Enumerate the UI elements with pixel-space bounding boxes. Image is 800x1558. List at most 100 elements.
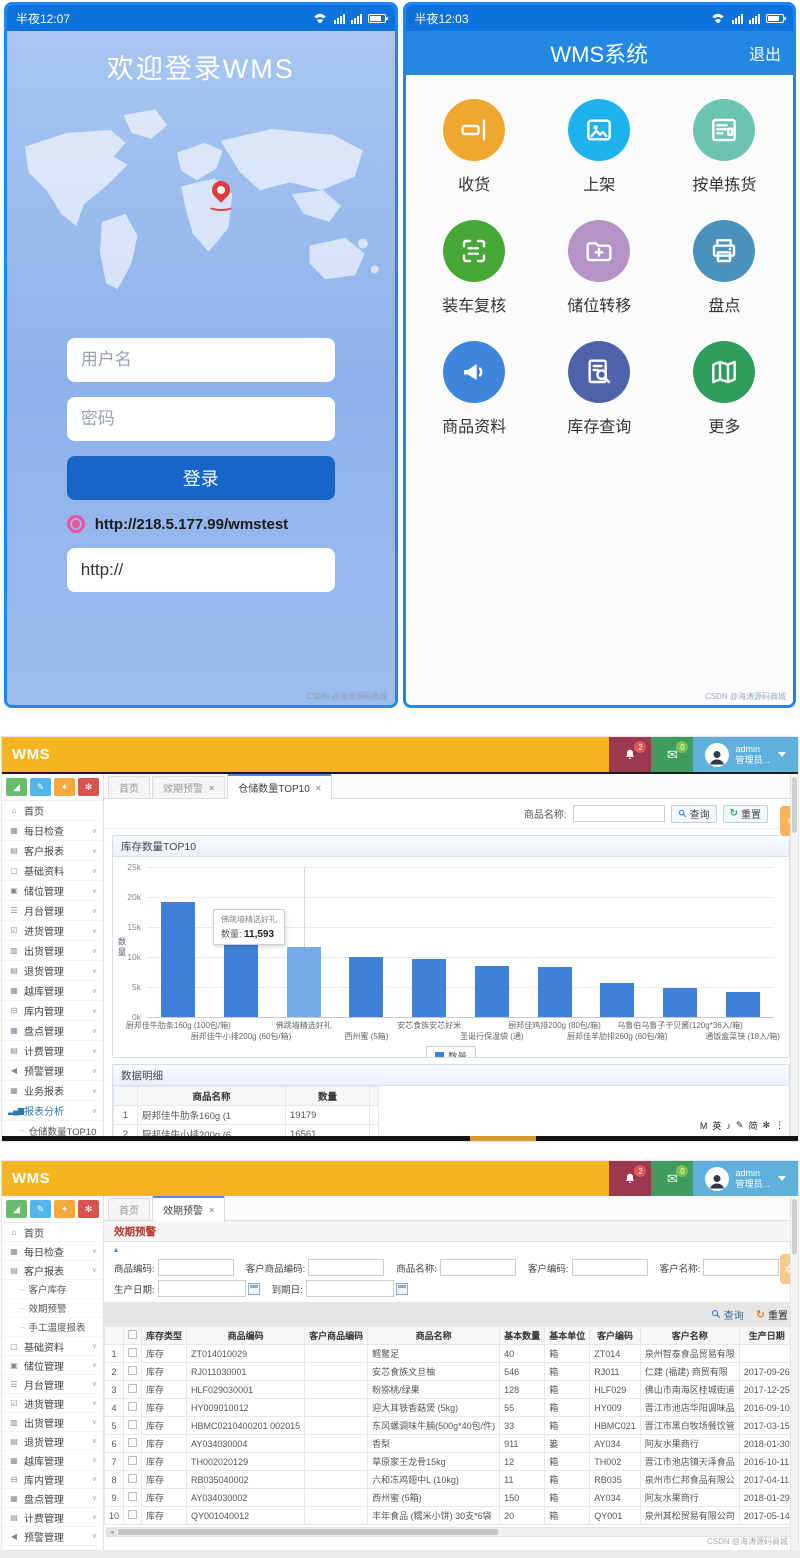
quick-settings-button[interactable]: ✻ [78, 1200, 99, 1218]
sidebar-item-计费管理[interactable]: ▤计费管理∨ [2, 1041, 103, 1061]
quick-settings-button[interactable]: ✻ [78, 778, 99, 796]
sidebar-subitem-手工温度报表[interactable]: 手工温度报表 [2, 1318, 103, 1337]
sidebar-subitem-效期预警[interactable]: 效期预警 [2, 1299, 103, 1318]
sidebar-item-盘点管理[interactable]: ▦盘点管理∨ [2, 1489, 103, 1508]
app-menu-item-9[interactable]: 更多 [662, 341, 787, 437]
close-icon[interactable]: × [209, 783, 214, 793]
sidebar-item-基础资料[interactable]: ▢基础资料∨ [2, 1337, 103, 1356]
tab-首页[interactable]: 首页 [108, 776, 150, 798]
product-name-input[interactable] [573, 805, 665, 822]
sidebar-item-基础资料[interactable]: ▢基础资料∨ [2, 861, 103, 881]
sidebar-item-预警管理[interactable]: ◀预警管理∨ [2, 1061, 103, 1081]
table-row[interactable]: 6库存AY034030004香梨911篓AY034阿友水果商行2018-01-3… [105, 1435, 799, 1453]
row-checkbox[interactable] [128, 1510, 137, 1519]
messages-button[interactable]: ✉0 [651, 1161, 693, 1196]
reset-button[interactable]: ↻重置 [756, 1307, 788, 1322]
quick-chart-button[interactable]: ◢ [6, 778, 27, 796]
vertical-scrollbar[interactable] [790, 1196, 798, 1550]
chart-bar[interactable] [349, 957, 383, 1017]
notifications-button[interactable]: 2 [609, 1161, 651, 1196]
chart-bar[interactable] [726, 992, 760, 1017]
quick-chart-button[interactable]: ◢ [6, 1200, 27, 1218]
app-menu-item-8[interactable]: 库存查询 [537, 341, 662, 437]
table-row[interactable]: 1库存ZT014010029鳕鳘足40箱ZT014泉州智泰食品贸易有限360 [105, 1345, 799, 1363]
logout-button[interactable]: 退出 [735, 41, 793, 65]
sidebar-item-每日检查[interactable]: ▦每日检查∨ [2, 821, 103, 841]
ime-toolbar[interactable]: M英♪✎简✻⋮ [696, 1118, 788, 1133]
app-menu-item-2[interactable]: 上架 [537, 99, 662, 195]
custom-url-input[interactable] [67, 548, 335, 592]
user-menu[interactable]: admin管理员... [693, 737, 798, 772]
filter-input-3[interactable] [440, 1259, 516, 1276]
password-input[interactable] [67, 397, 335, 441]
sidebar-item-报表分析[interactable]: ▂▄▆报表分析∨ [2, 1101, 103, 1121]
sidebar-item-储位管理[interactable]: ▣储位管理∨ [2, 1356, 103, 1375]
chart-legend[interactable]: 数量 [426, 1046, 476, 1058]
row-checkbox[interactable] [128, 1348, 137, 1357]
row-checkbox[interactable] [128, 1384, 137, 1393]
chart-bar[interactable] [161, 902, 195, 1017]
app-menu-item-1[interactable]: 收货 [412, 99, 537, 195]
app-menu-item-5[interactable]: 储位转移 [537, 220, 662, 316]
table-row[interactable]: 9库存AY034030002西州蜜 (5箱)150箱AY034阿友水果商行201… [105, 1489, 799, 1507]
sidebar-item-越库管理[interactable]: ▦越库管理∨ [2, 1451, 103, 1470]
sidebar-item-客户报表[interactable]: ▤客户报表∨ [2, 1261, 103, 1280]
close-icon[interactable]: × [209, 1205, 214, 1215]
sidebar-item-储位管理[interactable]: ▣储位管理∨ [2, 881, 103, 901]
quick-edit-button[interactable]: ✎ [30, 1200, 51, 1218]
query-button[interactable]: 查询 [711, 1307, 744, 1322]
sidebar-item-月台管理[interactable]: ☰月台管理∨ [2, 1375, 103, 1394]
sidebar-item-进货管理[interactable]: ☑进货管理∨ [2, 1394, 103, 1413]
horizontal-scrollbar[interactable]: ◂ [106, 1527, 798, 1537]
sidebar-item-客户报表[interactable]: ▤客户报表∨ [2, 841, 103, 861]
sidebar-item-退货管理[interactable]: ▤退货管理∨ [2, 1432, 103, 1451]
chart-bar[interactable] [475, 966, 509, 1017]
table-row[interactable]: 5库存HBMC0210400201 002015东风螺调味牛腩(500g*40包… [105, 1417, 799, 1435]
row-checkbox[interactable] [128, 1402, 137, 1411]
sidebar-item-计费管理[interactable]: ▤计费管理∨ [2, 1508, 103, 1527]
filter-input-2[interactable] [308, 1259, 384, 1276]
quick-apps-button[interactable]: ✦ [54, 778, 75, 796]
table-row[interactable]: 3库存HLF029030001粉猕桃/绿果128箱HLF029佛山市南海区桂城街… [105, 1381, 799, 1399]
calendar-icon[interactable] [248, 1283, 260, 1295]
chart-bar[interactable] [538, 967, 572, 1017]
filter-input-1[interactable] [158, 1259, 234, 1276]
chart-bar[interactable] [600, 983, 634, 1017]
tab-效期预警[interactable]: 效期预警× [152, 1196, 225, 1221]
server-radio-row[interactable]: http://218.5.177.99/wmstest [67, 515, 335, 533]
vertical-scrollbar[interactable] [790, 774, 798, 1136]
app-menu-item-4[interactable]: 装车复核 [412, 220, 537, 316]
sidebar-item-库内管理[interactable]: ⊟库内管理∨ [2, 1470, 103, 1489]
quick-apps-button[interactable]: ✦ [54, 1200, 75, 1218]
sidebar-item-越库管理[interactable]: ▦越库管理∨ [2, 981, 103, 1001]
row-checkbox[interactable] [128, 1456, 137, 1465]
table-row[interactable]: 1厨邦佳牛肋条160g (119179 [114, 1106, 379, 1125]
sidebar-item-盘点管理[interactable]: ▦盘点管理∨ [2, 1021, 103, 1041]
notifications-button[interactable]: 2 [609, 737, 651, 772]
table-row[interactable]: 4库存HY009010012迎大耳铁香菇煲 (5kg)55箱HY009晋江市池店… [105, 1399, 799, 1417]
sidebar-item-月台管理[interactable]: ☰月台管理∨ [2, 901, 103, 921]
row-checkbox[interactable] [128, 1420, 137, 1429]
username-input[interactable] [67, 338, 335, 382]
sidebar-item-首页[interactable]: ⌂首页 [2, 1223, 103, 1242]
chart-bar[interactable] [412, 959, 446, 1017]
sidebar-item-退货管理[interactable]: ▤退货管理∨ [2, 961, 103, 981]
sidebar-subitem-客户库存[interactable]: 客户库存 [2, 1280, 103, 1299]
tab-首页[interactable]: 首页 [108, 1198, 150, 1220]
row-checkbox[interactable] [128, 1438, 137, 1447]
sidebar-item-每日检查[interactable]: ▦每日检查∨ [2, 1242, 103, 1261]
table-row[interactable]: 8库存RB035040002六和冻鸡翅中L (10kg)11箱RB035泉州市仁… [105, 1471, 799, 1489]
filter-date-input-2[interactable] [306, 1280, 394, 1297]
row-checkbox[interactable] [128, 1366, 137, 1375]
row-checkbox[interactable] [128, 1492, 137, 1501]
reset-button[interactable]: ↻重置 [723, 805, 768, 823]
calendar-icon[interactable] [396, 1283, 408, 1295]
sidebar-item-出货管理[interactable]: ▥出货管理∨ [2, 1413, 103, 1432]
sidebar-item-首页[interactable]: ⌂首页 [2, 801, 103, 821]
quick-edit-button[interactable]: ✎ [30, 778, 51, 796]
table-row[interactable]: 7库存TH002020129草原家王龙骨15kg12箱TH002晋江市池店镇天泽… [105, 1453, 799, 1471]
filter-input-4[interactable] [572, 1259, 648, 1276]
sidebar-item-业务报表[interactable]: ▦业务报表∨ [2, 1081, 103, 1101]
table-row[interactable]: 10库存QY001040012丰年食品 (糯米小饼) 30支*6袋20箱QY00… [105, 1507, 799, 1525]
sidebar-item-进货管理[interactable]: ☑进货管理∨ [2, 921, 103, 941]
